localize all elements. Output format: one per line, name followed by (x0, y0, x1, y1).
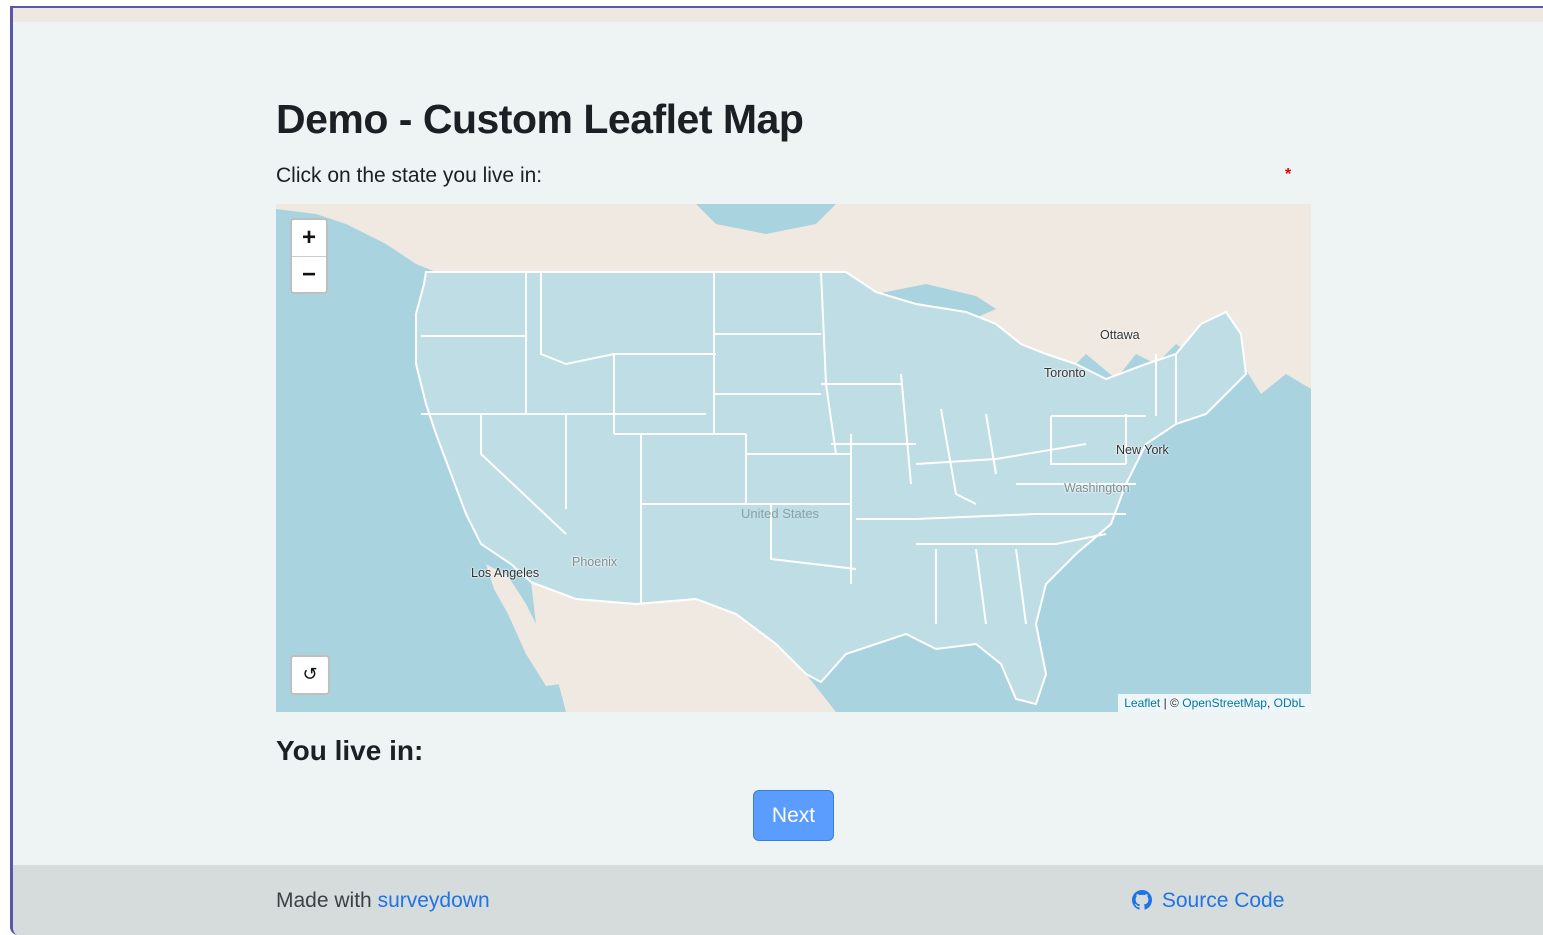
next-button[interactable]: Next (753, 790, 834, 841)
attribution-comma: , (1266, 696, 1271, 710)
made-with-text: Made with surveydown (276, 889, 490, 913)
made-with-label: Made with (276, 889, 372, 912)
result-label: You live in: (276, 735, 424, 766)
zoom-in-button[interactable]: + (292, 220, 326, 257)
label-toronto: Toronto (1044, 366, 1086, 380)
map-tiles (276, 204, 1311, 712)
label-los-angeles: Los Angeles (471, 566, 540, 580)
source-code-link[interactable]: Source Code (1132, 889, 1284, 913)
reset-view-button[interactable]: ↺ (290, 655, 330, 695)
top-strip (13, 8, 1543, 22)
attribution-separator: | © (1163, 696, 1179, 710)
survey-frame: Demo - Custom Leaflet Map Click on the s… (10, 6, 1543, 935)
github-icon (1132, 890, 1152, 910)
surveydown-link[interactable]: surveydown (378, 889, 490, 912)
zoom-control: + − (290, 218, 328, 294)
label-ottawa: Ottawa (1100, 328, 1140, 342)
openstreetmap-link[interactable]: OpenStreetMap (1182, 696, 1267, 710)
required-marker: * (1285, 166, 1292, 183)
map-attribution: Leaflet | © OpenStreetMap, ODbL (1118, 694, 1311, 712)
leaflet-map[interactable]: + − Ottawa Toronto New York Washington U… (276, 204, 1311, 712)
reset-icon: ↺ (302, 664, 318, 684)
footer: Made with surveydown Source Code (13, 865, 1543, 935)
source-code-label: Source Code (1161, 889, 1285, 912)
question-label: Click on the state you live in: (276, 164, 543, 187)
leaflet-link[interactable]: Leaflet (1124, 696, 1160, 710)
zoom-out-button[interactable]: − (292, 257, 326, 292)
page-title: Demo - Custom Leaflet Map (276, 96, 804, 142)
label-washington: Washington (1064, 481, 1130, 495)
label-phoenix: Phoenix (572, 555, 618, 569)
label-new-york: New York (1116, 443, 1169, 457)
odbl-link[interactable]: ODbL (1274, 696, 1305, 710)
label-united-states: United States (741, 506, 820, 521)
